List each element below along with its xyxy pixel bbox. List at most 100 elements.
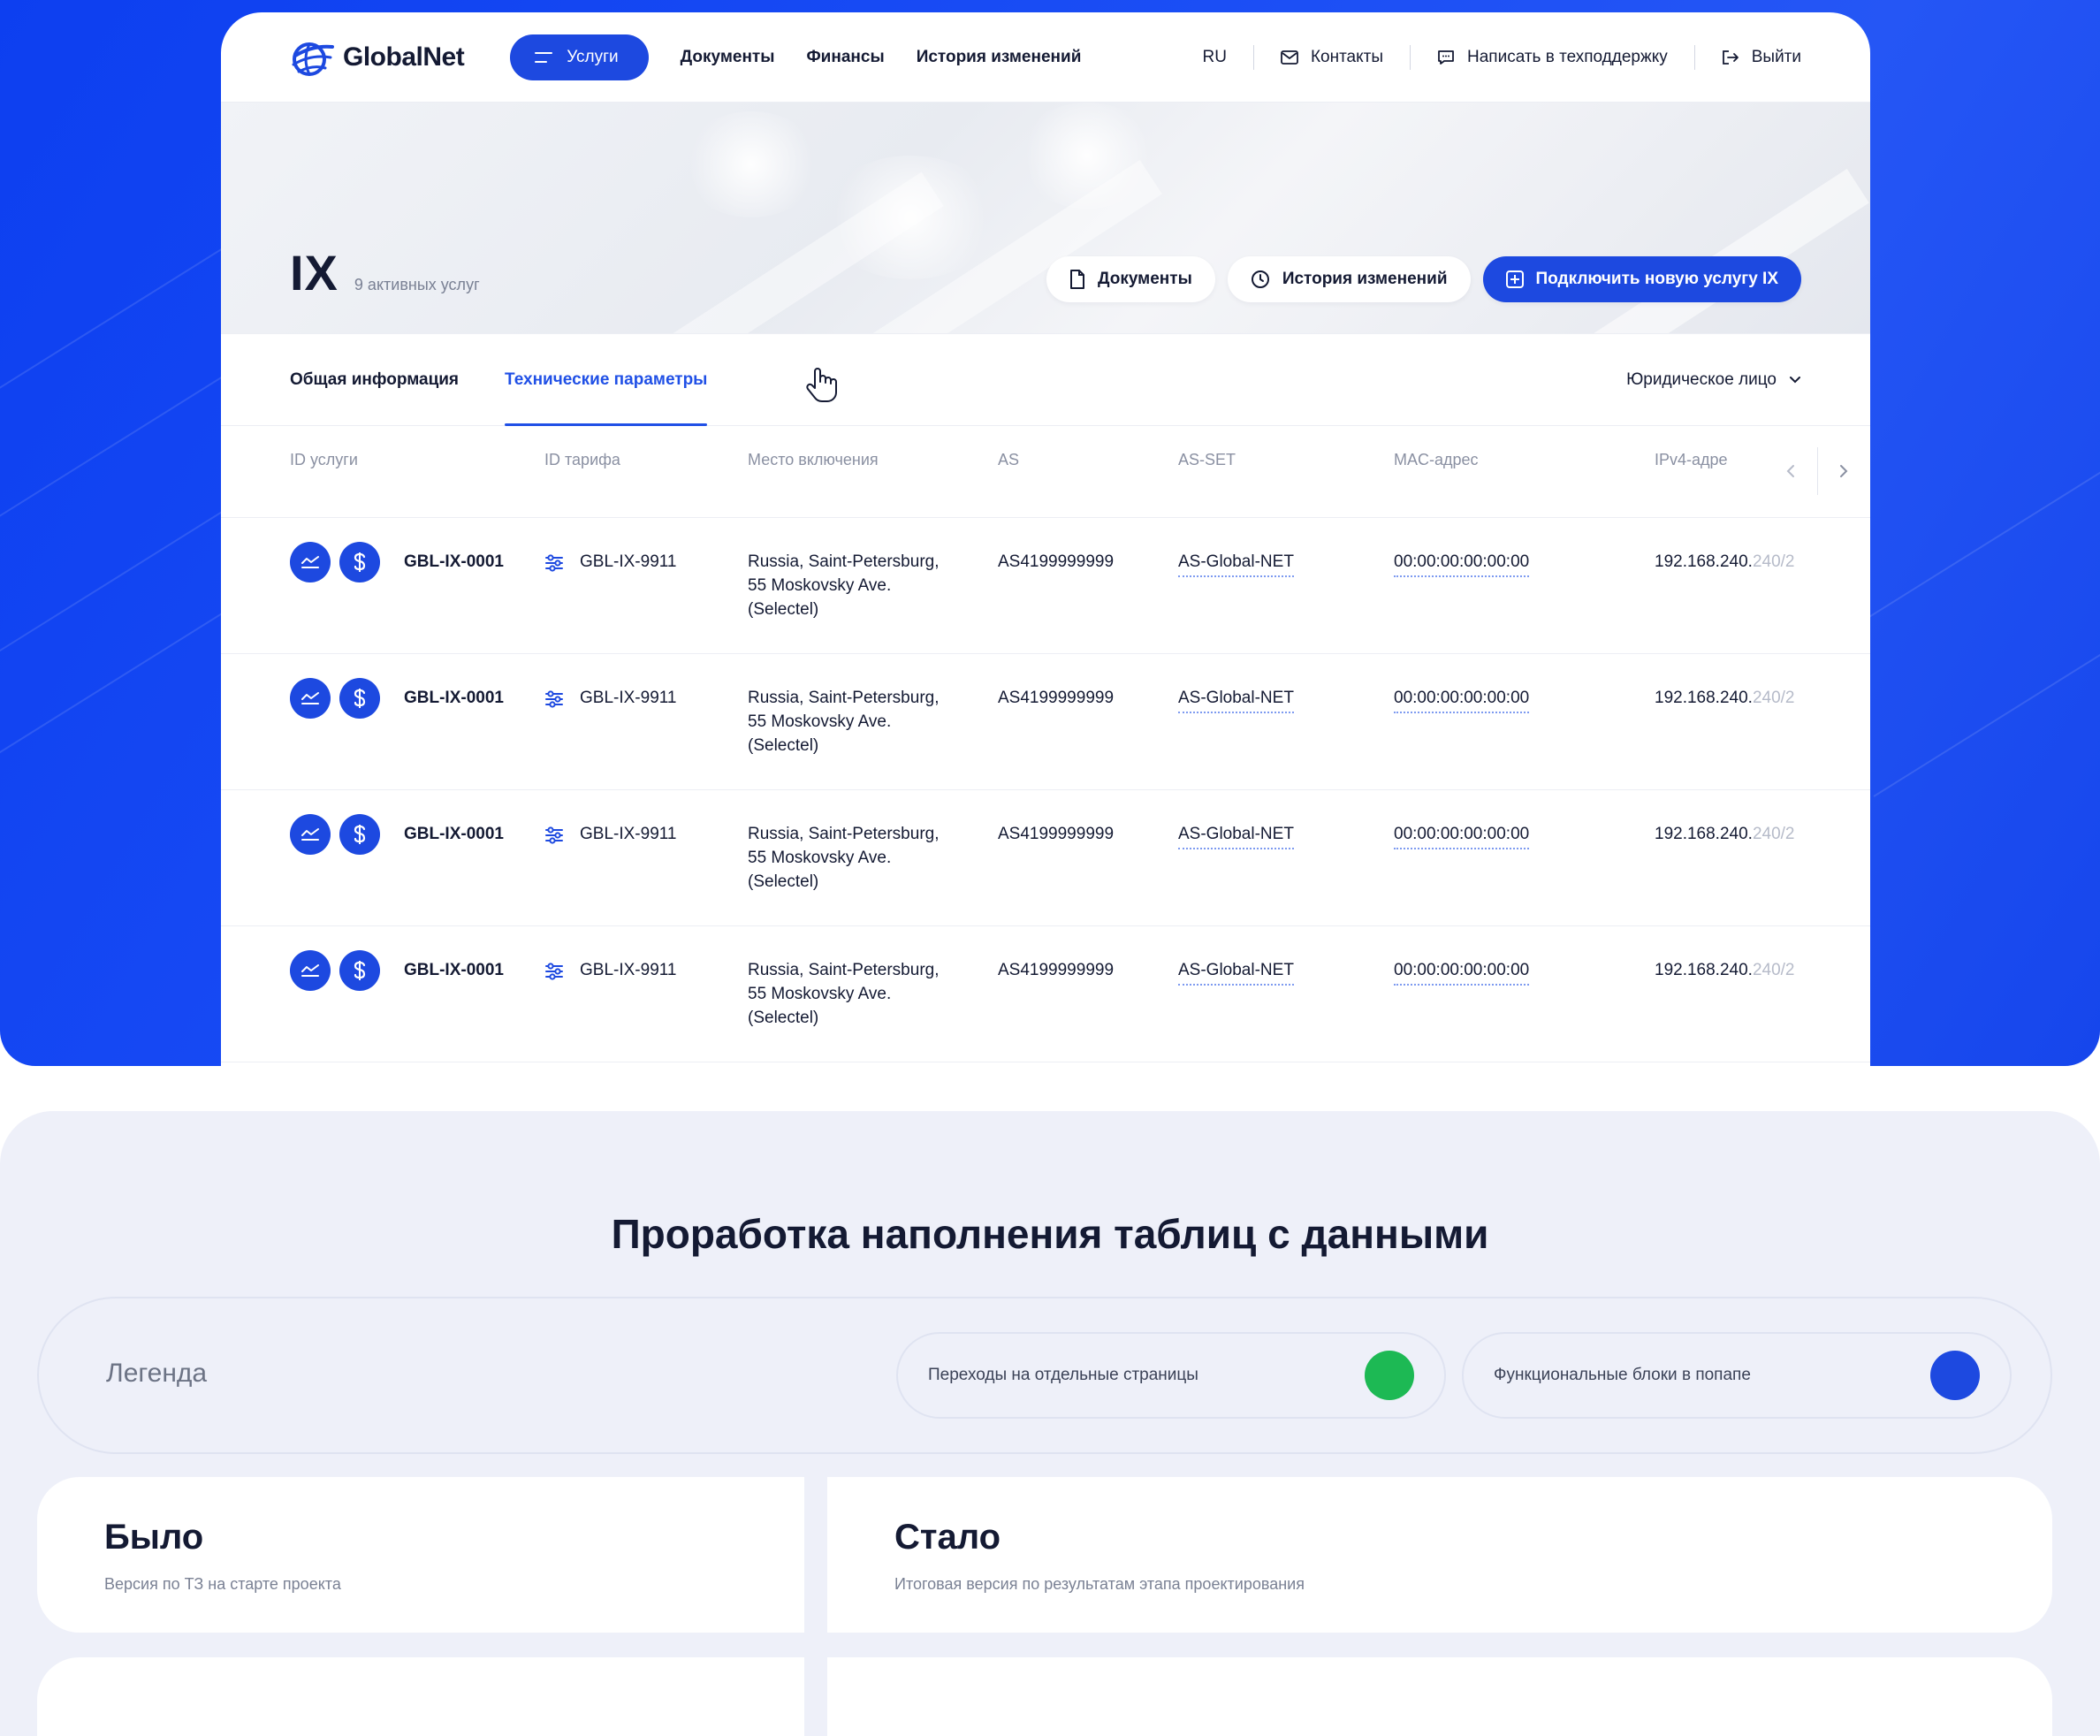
column-header[interactable]: AS-SET: [1178, 451, 1236, 469]
tariff-settings-icon: [545, 690, 563, 708]
page-title: IX: [290, 245, 339, 301]
services-card: GlobalNet Услуги Документы Финансы Истор…: [221, 12, 1870, 1066]
as-set-link[interactable]: AS-Global-NET: [1178, 958, 1294, 986]
scroll-right-button[interactable]: [1818, 447, 1871, 495]
column-header[interactable]: Место включения: [748, 451, 879, 469]
documents-button-label: Документы: [1097, 270, 1192, 288]
logo[interactable]: GlobalNet: [290, 38, 465, 77]
billing-icon-button[interactable]: [339, 678, 380, 719]
legend-item-label: Переходы на отдельные страницы: [928, 1366, 1198, 1384]
billing-icon-button[interactable]: [339, 814, 380, 855]
support-link[interactable]: Написать в техподдержку: [1411, 48, 1694, 67]
column-header[interactable]: AS: [998, 451, 1019, 469]
document-icon: [1069, 270, 1084, 289]
service-id[interactable]: GBL-IX-0001: [404, 822, 504, 846]
chevron-right-icon: [1840, 465, 1848, 477]
ipv4-address: 192.168.240.240/2: [1655, 961, 1795, 979]
billing-icon-button[interactable]: [339, 950, 380, 991]
top-navigation: GlobalNet Услуги Документы Финансы Истор…: [221, 12, 1870, 103]
contacts-link[interactable]: Контакты: [1254, 48, 1410, 67]
table-row[interactable]: GBL-IX-0001 GBL-IX-9911 Russia, Saint-Pe…: [221, 654, 1870, 790]
stats-icon-button[interactable]: [290, 814, 331, 855]
active-services-count: 9 активных услуг: [354, 276, 480, 293]
nav-link-documents[interactable]: Документы: [681, 48, 775, 67]
as-set-link[interactable]: AS-Global-NET: [1178, 822, 1294, 849]
tabs-bar: Общая информация Технические параметры Ю…: [221, 334, 1870, 426]
stats-icon-button[interactable]: [290, 950, 331, 991]
connect-service-button[interactable]: Подключить новую услугу IX: [1482, 256, 1801, 302]
legal-entity-select[interactable]: Юридическое лицо: [1626, 334, 1801, 425]
language-switch[interactable]: RU: [1176, 48, 1252, 67]
column-header[interactable]: ID тарифа: [544, 451, 620, 469]
stats-icon-button[interactable]: [290, 678, 331, 719]
tab-technical-params[interactable]: Технические параметры: [505, 334, 708, 426]
column-header[interactable]: MAC-адрес: [1394, 451, 1479, 469]
dollar-icon: [354, 961, 366, 980]
nav-utilities: RU Контакты Написать в техподдержку Выйт…: [1176, 44, 1801, 70]
table-row[interactable]: GBL-IX-0001 GBL-IX-9911 Russia, Saint-Pe…: [221, 926, 1870, 1062]
services-menu-button[interactable]: Услуги: [510, 34, 649, 80]
after-content-panel: [827, 1657, 2052, 1736]
mac-address-link[interactable]: 00:00:00:00:00:00: [1394, 686, 1530, 713]
chart-icon: [301, 556, 319, 568]
blue-dot-icon: [1930, 1351, 1980, 1400]
table-row[interactable]: GBL-IX-0001 GBL-IX-9911 Russia, Saint-Pe…: [221, 518, 1870, 654]
logout-icon: [1722, 49, 1739, 65]
design-notes-section: Проработка наполнения таблиц с данными Л…: [0, 1111, 2100, 1736]
table-body: GBL-IX-0001 GBL-IX-9911 Russia, Saint-Pe…: [221, 518, 1870, 1062]
before-subtitle: Версия по ТЗ на старте проекта: [104, 1575, 341, 1593]
billing-icon-button[interactable]: [339, 542, 380, 582]
service-id[interactable]: GBL-IX-0001: [404, 550, 504, 574]
stats-icon-button[interactable]: [290, 542, 331, 582]
after-panel: Стало Итоговая версия по результатам эта…: [827, 1477, 2052, 1633]
logout-link[interactable]: Выйти: [1695, 48, 1801, 67]
service-id[interactable]: GBL-IX-0001: [404, 686, 504, 710]
tariff-id: GBL-IX-9911: [580, 689, 677, 707]
as-number: AS4199999999: [998, 552, 1115, 571]
connect-service-label: Подключить новую услугу IX: [1535, 270, 1778, 288]
column-header[interactable]: ID услуги: [290, 451, 358, 469]
connection-place: Russia, Saint-Petersburg, 55 Moskovsky Av…: [748, 689, 940, 755]
mac-address-link[interactable]: 00:00:00:00:00:00: [1394, 822, 1530, 849]
nav-link-history[interactable]: История изменений: [917, 48, 1082, 67]
column-header[interactable]: IPv4-адре: [1655, 451, 1728, 469]
table-scroll-controls: [1764, 447, 1870, 495]
nav-link-finance[interactable]: Финансы: [806, 48, 884, 67]
chart-icon: [301, 692, 319, 704]
clock-icon: [1251, 270, 1269, 288]
legend-item-label: Функциональные блоки в попапе: [1494, 1366, 1751, 1384]
ipv4-address: 192.168.240.240/2: [1655, 689, 1795, 707]
legal-entity-label: Юридическое лицо: [1626, 369, 1777, 389]
legend-item-pages: Переходы на отдельные страницы: [896, 1332, 1446, 1419]
ipv4-address: 192.168.240.240/2: [1655, 552, 1795, 571]
documents-button[interactable]: Документы: [1046, 256, 1215, 302]
tariff-id: GBL-IX-9911: [580, 825, 677, 843]
scroll-left-button[interactable]: [1764, 447, 1817, 495]
globe-logo-icon: [292, 42, 334, 76]
chart-icon: [301, 828, 319, 841]
mac-address-link[interactable]: 00:00:00:00:00:00: [1394, 550, 1530, 577]
legend-item-popups: Функциональные блоки в попапе: [1462, 1332, 2012, 1419]
dollar-icon: [354, 552, 366, 572]
as-number: AS4199999999: [998, 689, 1115, 707]
history-button[interactable]: История изменений: [1227, 256, 1471, 302]
as-number: AS4199999999: [998, 961, 1115, 979]
tab-general-info[interactable]: Общая информация: [290, 334, 459, 425]
as-set-link[interactable]: AS-Global-NET: [1178, 686, 1294, 713]
tariff-settings-icon: [545, 963, 563, 980]
tariff-settings-icon: [545, 554, 563, 572]
as-set-link[interactable]: AS-Global-NET: [1178, 550, 1294, 577]
tariff-id: GBL-IX-9911: [580, 961, 677, 979]
service-id[interactable]: GBL-IX-0001: [404, 958, 504, 982]
mac-address-link[interactable]: 00:00:00:00:00:00: [1394, 958, 1530, 986]
green-dot-icon: [1365, 1351, 1414, 1400]
dollar-icon: [354, 689, 366, 708]
connection-place: Russia, Saint-Petersburg, 55 Moskovsky Av…: [748, 961, 940, 1027]
hand-cursor-icon: [806, 368, 837, 402]
tariff-settings-icon: [545, 826, 563, 844]
menu-icon: [535, 51, 553, 63]
table-row[interactable]: GBL-IX-0001 GBL-IX-9911 Russia, Saint-Pe…: [221, 790, 1870, 926]
support-label: Написать в техподдержку: [1467, 47, 1668, 66]
brand-name: GlobalNet: [343, 42, 465, 72]
ipv4-address: 192.168.240.240/2: [1655, 825, 1795, 843]
